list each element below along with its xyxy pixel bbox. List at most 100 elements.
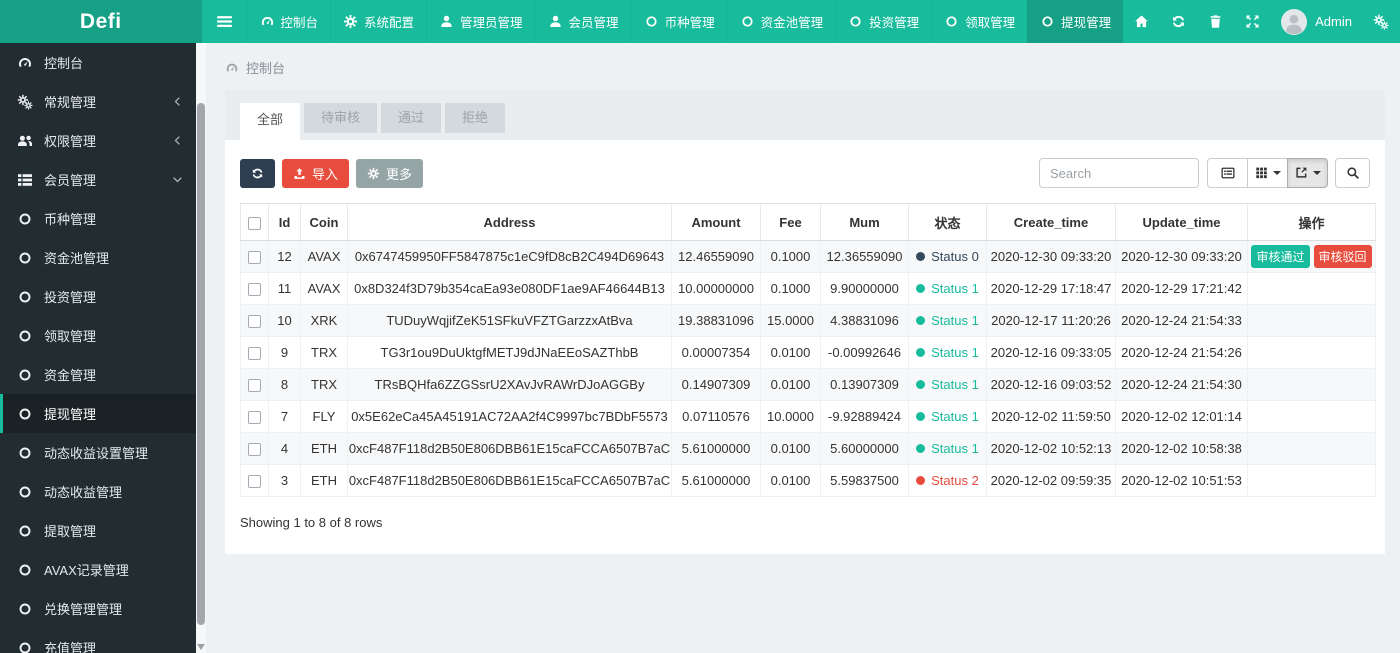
status-label: Status 1 bbox=[931, 281, 979, 296]
refresh-page-button[interactable] bbox=[1160, 0, 1197, 43]
refresh-table-button[interactable] bbox=[240, 158, 275, 188]
sidebar-item-label: 动态收益设置管理 bbox=[44, 446, 149, 461]
sidebar-item[interactable]: 提取管理 bbox=[0, 511, 196, 550]
circle-icon bbox=[17, 250, 33, 266]
sidebar-item[interactable]: 会员管理 bbox=[0, 160, 196, 199]
sidebar-item[interactable]: AVAX记录管理 bbox=[0, 550, 196, 589]
sidebar-item[interactable]: 投资管理 bbox=[0, 277, 196, 316]
trash-button[interactable] bbox=[1197, 0, 1234, 43]
column-header[interactable]: Create_time bbox=[986, 203, 1116, 241]
user-menu[interactable]: Admin bbox=[1271, 0, 1362, 43]
column-header[interactable]: Fee bbox=[760, 203, 821, 241]
settings-button[interactable] bbox=[1362, 0, 1400, 43]
toggle-detail-view-button[interactable] bbox=[1207, 158, 1248, 188]
sidebar-item[interactable]: 动态收益管理 bbox=[0, 472, 196, 511]
row-checkbox[interactable] bbox=[248, 315, 261, 329]
status-badge: Status 1 bbox=[916, 409, 979, 424]
address-cell: TRsBQHfa6ZZGSsrU2XAvJvRAWrDJoAGGBy bbox=[347, 368, 672, 401]
id-cell: 9 bbox=[268, 336, 301, 369]
column-header[interactable]: 状态 bbox=[908, 203, 987, 241]
select-all-checkbox[interactable] bbox=[248, 216, 261, 230]
column-header[interactable]: Update_time bbox=[1115, 203, 1248, 241]
column-header[interactable]: Mum bbox=[820, 203, 909, 241]
column-header[interactable]: Coin bbox=[300, 203, 348, 241]
dashboard-icon bbox=[260, 14, 275, 29]
row-checkbox[interactable] bbox=[248, 347, 261, 361]
row-checkbox[interactable] bbox=[248, 283, 261, 297]
update-time-cell: 2020-12-02 12:01:14 bbox=[1115, 400, 1248, 433]
topnav-item[interactable]: 会员管理 bbox=[534, 0, 631, 43]
tab-item[interactable]: 拒绝 bbox=[445, 103, 506, 133]
topnav-item[interactable]: 控制台 bbox=[246, 0, 331, 43]
circle-icon bbox=[740, 14, 755, 29]
update-time-cell: 2020-12-24 21:54:30 bbox=[1115, 368, 1248, 401]
sidebar-item[interactable]: 兑换管理管理 bbox=[0, 589, 196, 628]
sidebar-scrollbar[interactable] bbox=[196, 43, 206, 653]
row-checkbox[interactable] bbox=[248, 251, 261, 265]
topnav-item[interactable]: 管理员管理 bbox=[426, 0, 535, 43]
row-checkbox[interactable] bbox=[248, 379, 261, 393]
topnav-item[interactable]: 币种管理 bbox=[630, 0, 727, 43]
export-button[interactable] bbox=[1287, 158, 1328, 188]
tab-active[interactable]: 全部 bbox=[240, 103, 301, 140]
sidebar-item-label: 会员管理 bbox=[44, 173, 97, 188]
column-header[interactable]: Amount bbox=[671, 203, 761, 241]
fullscreen-button[interactable] bbox=[1234, 0, 1271, 43]
checkbox-cell bbox=[240, 272, 269, 305]
sidebar-item[interactable]: 控制台 bbox=[0, 43, 196, 82]
fee-cell: 10.0000 bbox=[760, 400, 821, 433]
row-checkbox[interactable] bbox=[248, 475, 261, 489]
actions-cell bbox=[1247, 464, 1376, 497]
row-checkbox[interactable] bbox=[248, 443, 261, 457]
sidebar-item[interactable]: 提现管理 bbox=[0, 394, 196, 433]
update-time-cell: 2020-12-30 09:33:20 bbox=[1115, 240, 1248, 273]
home-button[interactable] bbox=[1123, 0, 1160, 43]
topnav-item[interactable]: 提现管理 bbox=[1027, 0, 1124, 43]
search-input[interactable] bbox=[1039, 158, 1199, 188]
sidebar-item[interactable]: 领取管理 bbox=[0, 316, 196, 355]
approve-button[interactable]: 审核通过 bbox=[1251, 245, 1310, 268]
top-nav-menu: 控制台 系统配置 管理员管理 会员管理 币种管理 资金池管理 投资管理 领取管理 提现管理 bbox=[246, 0, 1124, 43]
sidebar-item[interactable]: 充值管理 bbox=[0, 628, 196, 653]
checkbox-cell bbox=[240, 240, 269, 273]
columns-button[interactable] bbox=[1247, 158, 1288, 188]
column-header[interactable]: Id bbox=[268, 203, 301, 241]
panel: 全部 待审核 通过 拒绝 导入 更多 Search Id Coin Addres… bbox=[225, 90, 1385, 554]
create-time-cell: 2020-12-02 09:59:35 bbox=[986, 464, 1116, 497]
sidebar-item[interactable]: 币种管理 bbox=[0, 199, 196, 238]
hamburger-button[interactable] bbox=[202, 0, 247, 43]
column-header[interactable]: Address bbox=[347, 203, 672, 241]
sidebar-item[interactable]: 常规管理 bbox=[0, 82, 196, 121]
table-view-button-group bbox=[1207, 158, 1328, 188]
amount-cell: 12.46559090 bbox=[671, 240, 761, 273]
sidebar-item[interactable]: 资金管理 bbox=[0, 355, 196, 394]
import-button[interactable]: 导入 bbox=[282, 158, 350, 188]
topnav-item[interactable]: 系统配置 bbox=[330, 0, 426, 43]
brand-logo[interactable]: Defi bbox=[0, 0, 202, 43]
more-button[interactable]: 更多 bbox=[356, 158, 424, 188]
tab-item[interactable]: 通过 bbox=[381, 103, 442, 133]
mum-cell: -9.92889424 bbox=[820, 400, 909, 433]
sidebar-item[interactable]: 动态收益设置管理 bbox=[0, 433, 196, 472]
topnav-item[interactable]: 领取管理 bbox=[931, 0, 1027, 43]
sidebar-item[interactable]: 权限管理 bbox=[0, 121, 196, 160]
search-button[interactable] bbox=[1335, 158, 1370, 188]
topnav-item[interactable]: 资金池管理 bbox=[726, 0, 836, 43]
sidebar-item[interactable]: 资金池管理 bbox=[0, 238, 196, 277]
topnav-item[interactable]: 投资管理 bbox=[835, 0, 931, 43]
update-time-cell: 2020-12-29 17:21:42 bbox=[1115, 272, 1248, 305]
dashboard-icon bbox=[225, 61, 239, 75]
row-checkbox[interactable] bbox=[248, 411, 261, 425]
breadcrumb-label: 控制台 bbox=[246, 61, 286, 76]
reject-button[interactable]: 审核驳回 bbox=[1313, 245, 1372, 268]
status-label: Status 1 bbox=[931, 345, 979, 360]
scroll-down-arrow-icon[interactable] bbox=[197, 644, 205, 650]
scrollbar-thumb[interactable] bbox=[197, 103, 205, 625]
sidebar-item-label: 资金管理 bbox=[44, 368, 97, 383]
checkbox-cell bbox=[240, 400, 269, 433]
tab-item[interactable]: 待审核 bbox=[304, 103, 378, 133]
sidebar-item-label: 权限管理 bbox=[44, 134, 97, 149]
status-dot-icon bbox=[916, 380, 926, 389]
sidebar-item-label: 币种管理 bbox=[44, 212, 97, 227]
column-header[interactable]: 操作 bbox=[1247, 203, 1376, 241]
